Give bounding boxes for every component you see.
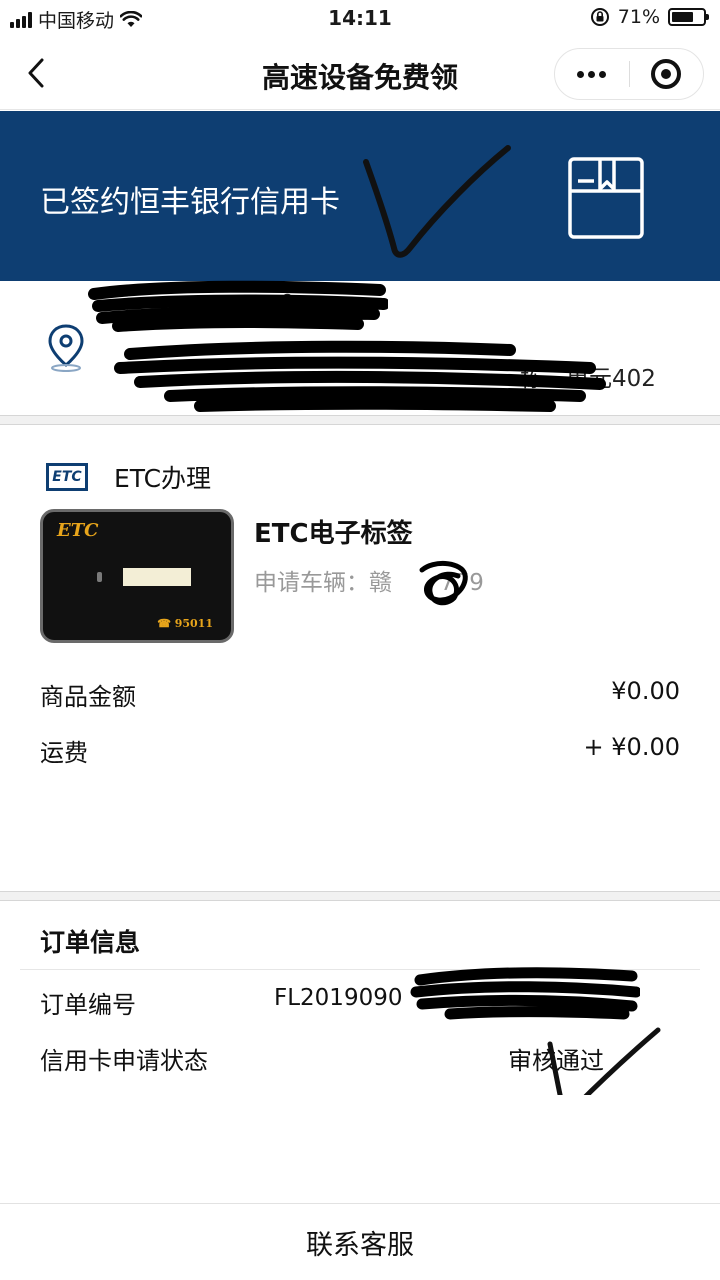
location-pin-icon (48, 324, 84, 372)
goods-amount-label: 商品金额 (40, 683, 136, 711)
shipping-row: 运费 + ¥0.00 (40, 733, 680, 768)
mini-program-capsule (554, 48, 704, 100)
shipping-value: + ¥0.00 (583, 733, 680, 761)
etc-section-header: ETC ETC办理 (46, 459, 211, 495)
nav-bar: 高速设备免费领 (0, 36, 720, 110)
banner-text: 已签约恒丰银行信用卡 (40, 185, 340, 220)
card-status-value: 审核通过 (508, 1047, 604, 1075)
etc-device-phone: ☎ 95011 (157, 617, 213, 630)
credit-card-banner: 已签约恒丰银行信用卡 (0, 111, 720, 281)
recipient-name-phone: 0 (280, 291, 295, 317)
etc-device-image: ETC ☎ 95011 (40, 509, 234, 643)
divider (20, 969, 700, 970)
close-button[interactable] (630, 49, 704, 99)
battery-percent: 71% (617, 6, 660, 28)
delivery-address[interactable]: 0 栋二单元402 (0, 281, 720, 415)
more-button[interactable] (555, 49, 629, 99)
battery-icon (668, 8, 709, 26)
vehicle-plate-suffix: 779 (440, 570, 484, 596)
goods-amount-row: 商品金额 ¥0.00 (40, 677, 680, 712)
product-vehicle: 申请车辆：赣 779 (254, 563, 484, 597)
vehicle-prefix: 申请车辆： (254, 570, 369, 596)
product-name: ETC电子标签 (254, 519, 413, 549)
package-box-icon (568, 157, 644, 239)
divider (0, 415, 720, 416)
order-info-title: 订单信息 (40, 928, 141, 957)
order-number-value: FL2019090 (274, 985, 403, 1011)
target-icon (651, 59, 682, 89)
device-led (97, 572, 102, 582)
divider (0, 891, 720, 892)
vehicle-plate: 赣 (369, 570, 392, 596)
order-info-section: 订单信息 订单编号 FL2019090 信用卡申请状态 审核通过 (0, 901, 720, 1095)
etc-section-label: ETC办理 (114, 464, 212, 493)
more-dots-icon (577, 70, 607, 78)
order-number-label: 订单编号 (40, 991, 136, 1019)
address-detail: 栋二单元402 (520, 366, 656, 392)
etc-device-logo: ETC (57, 520, 99, 541)
status-right: 71% (590, 6, 709, 28)
device-card-slot (123, 568, 191, 586)
etc-order-section: ETC ETC办理 ETC ☎ 95011 ETC电子标签 申请车辆：赣 779 … (0, 425, 720, 891)
goods-amount-value: ¥0.00 (611, 677, 680, 705)
etc-badge-icon: ETC (46, 463, 88, 491)
contact-service-button[interactable]: 联系客服 (0, 1203, 720, 1280)
shipping-label: 运费 (40, 739, 88, 767)
status-bar: 中国移动 14:11 71% (0, 0, 720, 36)
card-status-label: 信用卡申请状态 (40, 1047, 208, 1075)
rotation-lock-icon (590, 8, 609, 26)
